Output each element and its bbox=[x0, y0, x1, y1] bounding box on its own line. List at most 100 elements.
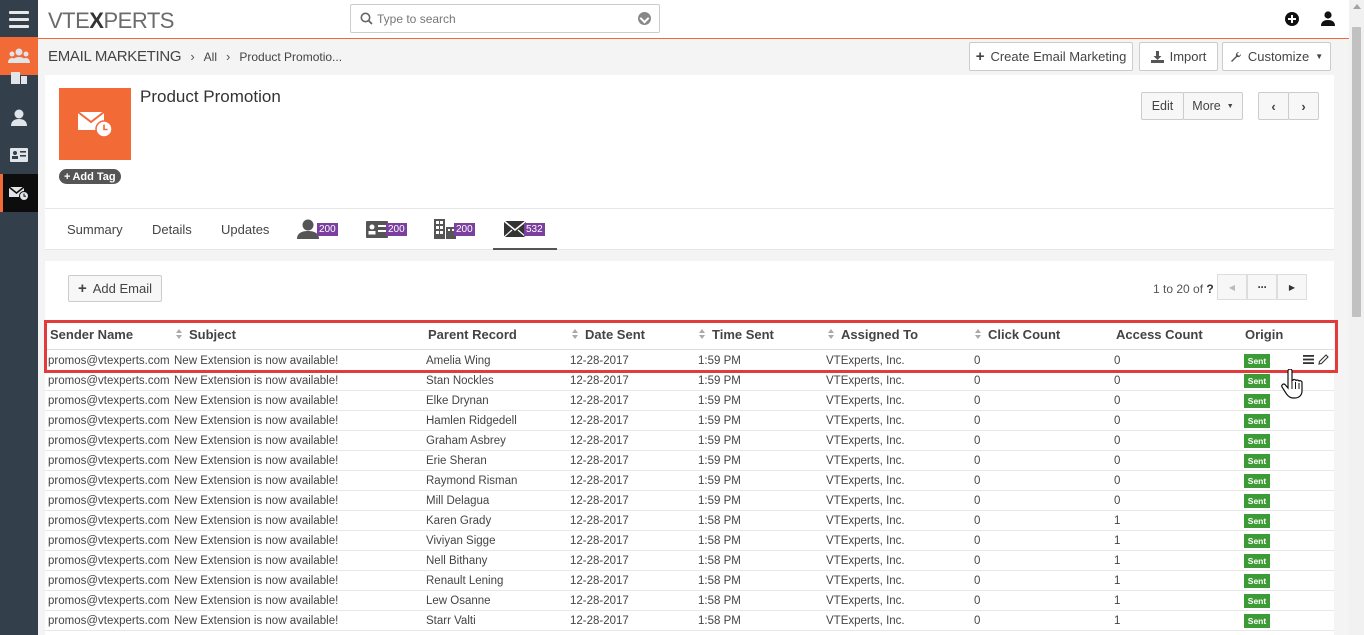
main-content: EMAIL MARKETING › All › Product Promotio… bbox=[38, 39, 1349, 635]
tab-details[interactable]: Details bbox=[152, 209, 192, 249]
rail-email-marketing-icon[interactable] bbox=[0, 174, 38, 212]
parent-record-cell[interactable]: Lew Osanne bbox=[426, 595, 491, 607]
sender-cell: promos@vtexperts.com bbox=[48, 355, 170, 367]
parent-record-cell[interactable]: Viviyan Sigge bbox=[426, 535, 495, 547]
sort-icon[interactable] bbox=[176, 329, 182, 341]
column-click-count[interactable]: Click Count bbox=[988, 327, 1060, 342]
previous-page-button[interactable]: ◀ bbox=[1217, 274, 1247, 300]
table-row[interactable]: promos@vtexperts.com New Extension is now… bbox=[45, 571, 1334, 591]
table-row[interactable]: promos@vtexperts.com New Extension is now… bbox=[45, 451, 1334, 471]
parent-record-cell[interactable]: Erie Sheran bbox=[426, 455, 487, 467]
table-row[interactable]: promos@vtexperts.com New Extension is now… bbox=[45, 551, 1334, 571]
customize-button[interactable]: Customize ▼ bbox=[1222, 42, 1331, 71]
breadcrumb-module[interactable]: EMAIL MARKETING bbox=[48, 48, 182, 65]
create-email-marketing-button[interactable]: + Create Email Marketing bbox=[969, 42, 1133, 71]
next-page-button[interactable]: ▶ bbox=[1277, 274, 1307, 300]
sort-icon[interactable] bbox=[975, 329, 981, 341]
more-button[interactable]: More ▼ bbox=[1183, 92, 1243, 120]
rail-accounts-icon[interactable] bbox=[0, 62, 38, 92]
parent-record-cell[interactable]: Elke Drynan bbox=[426, 395, 489, 407]
menu-icon[interactable] bbox=[0, 0, 38, 38]
tab-leads[interactable]: 200 bbox=[366, 209, 407, 249]
subject-cell: New Extension is now available! bbox=[174, 595, 339, 607]
previous-record-button[interactable]: ‹ bbox=[1258, 92, 1289, 120]
column-sender-name[interactable]: Sender Name bbox=[50, 327, 133, 342]
table-row[interactable]: promos@vtexperts.com New Extension is now… bbox=[45, 371, 1334, 391]
subject-cell: New Extension is now available! bbox=[174, 395, 339, 407]
access-count-cell: 0 bbox=[1114, 355, 1121, 367]
add-email-button[interactable]: + Add Email bbox=[68, 275, 162, 302]
tab-accounts[interactable]: 200 bbox=[434, 209, 475, 249]
click-count-cell: 0 bbox=[974, 615, 981, 627]
table-row[interactable]: promos@vtexperts.com New Extension is now… bbox=[45, 591, 1334, 611]
search-input[interactable] bbox=[377, 10, 637, 28]
user-menu-icon[interactable] bbox=[1321, 11, 1335, 26]
date-sent-cell: 12-28-2017 bbox=[570, 375, 629, 387]
table-row[interactable]: promos@vtexperts.com New Extension is now… bbox=[45, 511, 1334, 531]
rail-contacts-icon[interactable] bbox=[0, 98, 38, 136]
import-button[interactable]: Import bbox=[1139, 42, 1218, 71]
tab-updates[interactable]: Updates bbox=[221, 209, 269, 249]
parent-record-cell[interactable]: Renault Lening bbox=[426, 575, 503, 587]
list-icon[interactable] bbox=[1303, 354, 1314, 365]
parent-record-cell[interactable]: Nell Bithany bbox=[426, 555, 487, 567]
page-scrollbar[interactable] bbox=[1349, 0, 1364, 635]
time-sent-cell: 1:58 PM bbox=[698, 595, 741, 607]
tab-contacts[interactable]: 200 bbox=[297, 209, 338, 249]
column-parent-record[interactable]: Parent Record bbox=[428, 327, 517, 342]
page-jump-button[interactable]: ··· bbox=[1247, 274, 1277, 300]
table-row[interactable]: promos@vtexperts.com New Extension is now… bbox=[45, 531, 1334, 551]
add-tag-button[interactable]: + Add Tag bbox=[59, 169, 121, 184]
parent-record-cell[interactable]: Hamlen Ridgedell bbox=[426, 415, 517, 427]
parent-record-cell[interactable]: Mill Delagua bbox=[426, 495, 489, 507]
click-count-cell: 0 bbox=[974, 555, 981, 567]
scroll-up-arrow-icon[interactable] bbox=[1353, 4, 1361, 9]
tab-summary[interactable]: Summary bbox=[67, 209, 123, 249]
table-row[interactable]: promos@vtexperts.com New Extension is now… bbox=[45, 431, 1334, 451]
table-row[interactable]: promos@vtexperts.com New Extension is now… bbox=[45, 351, 1334, 371]
access-count-cell: 1 bbox=[1114, 595, 1121, 607]
parent-record-cell[interactable]: Raymond Risman bbox=[426, 475, 517, 487]
time-sent-cell: 1:59 PM bbox=[698, 495, 741, 507]
table-row[interactable]: promos@vtexperts.com New Extension is now… bbox=[45, 491, 1334, 511]
rail-leads-icon[interactable] bbox=[0, 136, 38, 174]
time-sent-cell: 1:59 PM bbox=[698, 435, 741, 447]
parent-record-cell[interactable]: Stan Nockles bbox=[426, 375, 494, 387]
parent-record-cell[interactable]: Amelia Wing bbox=[426, 355, 491, 367]
parent-record-cell[interactable]: Graham Asbrey bbox=[426, 435, 506, 447]
quick-create-icon[interactable] bbox=[1285, 12, 1299, 26]
column-origin[interactable]: Origin bbox=[1245, 327, 1283, 342]
table-row[interactable]: promos@vtexperts.com New Extension is now… bbox=[45, 611, 1334, 631]
edit-pencil-icon[interactable] bbox=[1318, 354, 1329, 365]
assigned-to-cell: VTExperts, Inc. bbox=[826, 395, 905, 407]
date-sent-cell: 12-28-2017 bbox=[570, 595, 629, 607]
caret-right-icon: ▶ bbox=[1288, 282, 1296, 292]
time-sent-cell: 1:58 PM bbox=[698, 515, 741, 527]
column-access-count[interactable]: Access Count bbox=[1116, 327, 1203, 342]
sort-icon[interactable] bbox=[828, 329, 834, 341]
column-subject[interactable]: Subject bbox=[189, 327, 236, 342]
app-logo[interactable]: VTEXPERTS bbox=[48, 8, 174, 34]
column-date-sent[interactable]: Date Sent bbox=[585, 327, 645, 342]
sort-icon[interactable] bbox=[699, 329, 705, 341]
chevron-right-icon: › bbox=[226, 49, 231, 64]
sort-icon[interactable] bbox=[572, 329, 578, 341]
table-row[interactable]: promos@vtexperts.com New Extension is now… bbox=[45, 411, 1334, 431]
tab-emails[interactable]: 532 bbox=[493, 209, 557, 250]
table-row[interactable]: promos@vtexperts.com New Extension is now… bbox=[45, 391, 1334, 411]
column-assigned-to[interactable]: Assigned To bbox=[841, 327, 918, 342]
column-time-sent[interactable]: Time Sent bbox=[712, 327, 774, 342]
scrollbar-thumb[interactable] bbox=[1352, 27, 1361, 317]
assigned-to-cell: VTExperts, Inc. bbox=[826, 495, 905, 507]
date-sent-cell: 12-28-2017 bbox=[570, 395, 629, 407]
next-record-button[interactable]: › bbox=[1288, 92, 1319, 120]
parent-record-cell[interactable]: Karen Grady bbox=[426, 515, 491, 527]
search-options-chevron-icon[interactable] bbox=[638, 12, 651, 25]
click-count-cell: 0 bbox=[974, 495, 981, 507]
click-count-cell: 0 bbox=[974, 535, 981, 547]
breadcrumb-all[interactable]: All bbox=[204, 50, 217, 64]
edit-button[interactable]: Edit bbox=[1141, 92, 1184, 120]
table-row[interactable]: promos@vtexperts.com New Extension is now… bbox=[45, 471, 1334, 491]
subject-cell: New Extension is now available! bbox=[174, 435, 339, 447]
parent-record-cell[interactable]: Starr Valti bbox=[426, 615, 476, 627]
